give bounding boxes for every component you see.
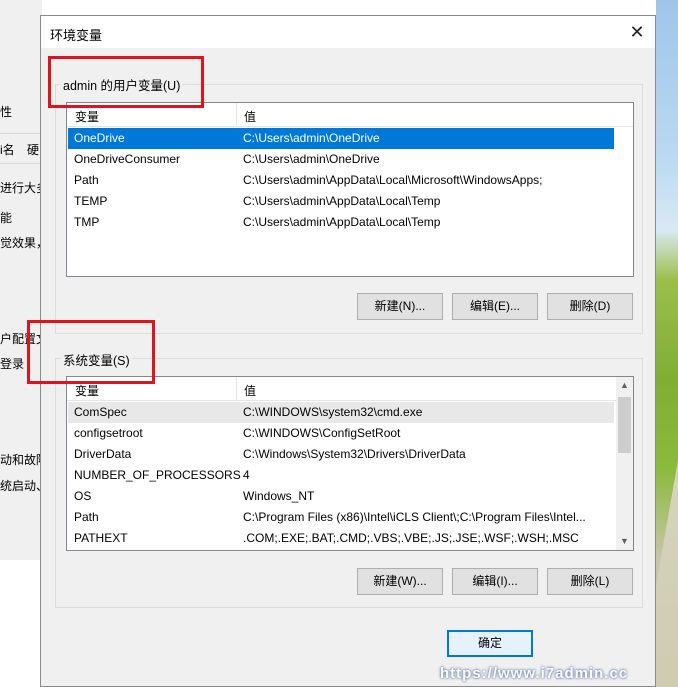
var-value: C:\Program Files (x86)\Intel\iCLS Client…	[243, 510, 586, 524]
table-row[interactable]: TMP C:\Users\admin\AppData\Local\Temp	[68, 212, 614, 233]
bg-text: 登录	[0, 357, 25, 371]
col-header-val[interactable]: 值	[244, 382, 256, 399]
var-name: configsetroot	[74, 426, 143, 440]
var-value: C:\Users\admin\OneDrive	[243, 131, 380, 145]
dialog-title: 环境变量	[50, 28, 103, 43]
var-value: C:\Users\admin\AppData\Local\Temp	[243, 215, 441, 229]
var-name: TEMP	[74, 194, 108, 208]
user-new-button[interactable]: 新建(N)...	[357, 293, 443, 320]
col-header-val[interactable]: 值	[244, 108, 256, 125]
table-row[interactable]: OneDrive C:\Users\admin\OneDrive	[68, 128, 614, 149]
highlight-box-sys-vars	[27, 320, 155, 384]
var-value: C:\Users\admin\OneDrive	[243, 152, 380, 166]
table-row[interactable]: configsetroot C:\WINDOWS\ConfigSetRoot	[68, 423, 614, 444]
bg-panel	[0, 560, 42, 687]
scroll-thumb[interactable]	[618, 397, 631, 453]
var-value: C:\Users\admin\AppData\Local\Microsoft\W…	[243, 173, 543, 187]
highlight-box-user-vars	[48, 56, 204, 108]
col-header-var[interactable]: 变量	[75, 382, 99, 399]
sys-delete-button[interactable]: 删除(L)	[547, 568, 633, 595]
user-edit-button[interactable]: 编辑(E)...	[452, 293, 538, 320]
var-name: ComSpec	[74, 405, 127, 419]
divider	[0, 163, 42, 164]
var-value: Windows_NT	[243, 489, 315, 503]
title-bar[interactable]: 环境变量 ✕	[41, 16, 655, 48]
var-value: 4	[243, 468, 250, 482]
desktop-wallpaper	[656, 0, 678, 687]
var-value: C:\Windows\System32\Drivers\DriverData	[243, 447, 466, 461]
ok-button[interactable]: 确定	[447, 630, 533, 657]
scroll-down-icon[interactable]: ▼	[616, 533, 633, 550]
sys-vars-list[interactable]: 变量 值 ComSpec C:\WINDOWS\system32\cmd.exe…	[66, 376, 634, 551]
table-row[interactable]: DriverData C:\Windows\System32\Drivers\D…	[68, 444, 614, 465]
var-name: OS	[74, 489, 92, 503]
col-header-var[interactable]: 变量	[75, 108, 99, 125]
scroll-up-icon[interactable]: ▲	[616, 377, 633, 394]
vertical-scrollbar[interactable]: ▲ ▼	[616, 377, 633, 550]
var-value: C:\WINDOWS\system32\cmd.exe	[243, 405, 423, 419]
var-value: .COM;.EXE;.BAT;.CMD;.VBS;.VBE;.JS;.JSE;.…	[243, 531, 579, 545]
var-value: C:\WINDOWS\ConfigSetRoot	[243, 426, 401, 440]
var-name: OneDriveConsumer	[74, 152, 181, 166]
var-name: Path	[74, 510, 99, 524]
var-name: PATHEXT	[74, 531, 128, 545]
var-name: DriverData	[74, 447, 132, 461]
var-name: Path	[74, 173, 99, 187]
user-delete-button[interactable]: 删除(D)	[547, 293, 633, 320]
close-icon[interactable]: ✕	[627, 22, 647, 42]
table-row[interactable]: TEMP C:\Users\admin\AppData\Local\Temp	[68, 191, 614, 212]
table-row[interactable]: Path C:\Users\admin\AppData\Local\Micros…	[68, 170, 614, 191]
var-name: TMP	[74, 215, 100, 229]
var-name: NUMBER_OF_PROCESSORS	[74, 468, 241, 482]
table-row[interactable]: OS Windows_NT	[68, 486, 614, 507]
table-row[interactable]: PATHEXT .COM;.EXE;.BAT;.CMD;.VBS;.VBE;.J…	[68, 528, 614, 549]
table-row[interactable]: Path C:\Program Files (x86)\Intel\iCLS C…	[68, 507, 614, 528]
table-row[interactable]: OneDriveConsumer C:\Users\admin\OneDrive	[68, 149, 614, 170]
bg-text: 能	[0, 211, 13, 225]
watermark: https://www.i7admin.cc	[440, 665, 629, 682]
table-row[interactable]: ComSpec C:\WINDOWS\system32\cmd.exe	[68, 402, 614, 423]
bg-tab[interactable]: i名	[0, 141, 15, 158]
sys-new-button[interactable]: 新建(W)...	[357, 568, 443, 595]
divider	[0, 133, 42, 134]
bg-tab[interactable]: 硬	[27, 141, 39, 158]
table-row[interactable]: NUMBER_OF_PROCESSORS 4	[68, 465, 614, 486]
sys-edit-button[interactable]: 编辑(I)...	[452, 568, 538, 595]
var-value: C:\Users\admin\AppData\Local\Temp	[243, 194, 441, 208]
bg-text: 性	[0, 105, 13, 119]
var-name: OneDrive	[74, 131, 125, 145]
user-vars-list[interactable]: 变量 值 OneDrive C:\Users\admin\OneDrive On…	[66, 102, 634, 277]
